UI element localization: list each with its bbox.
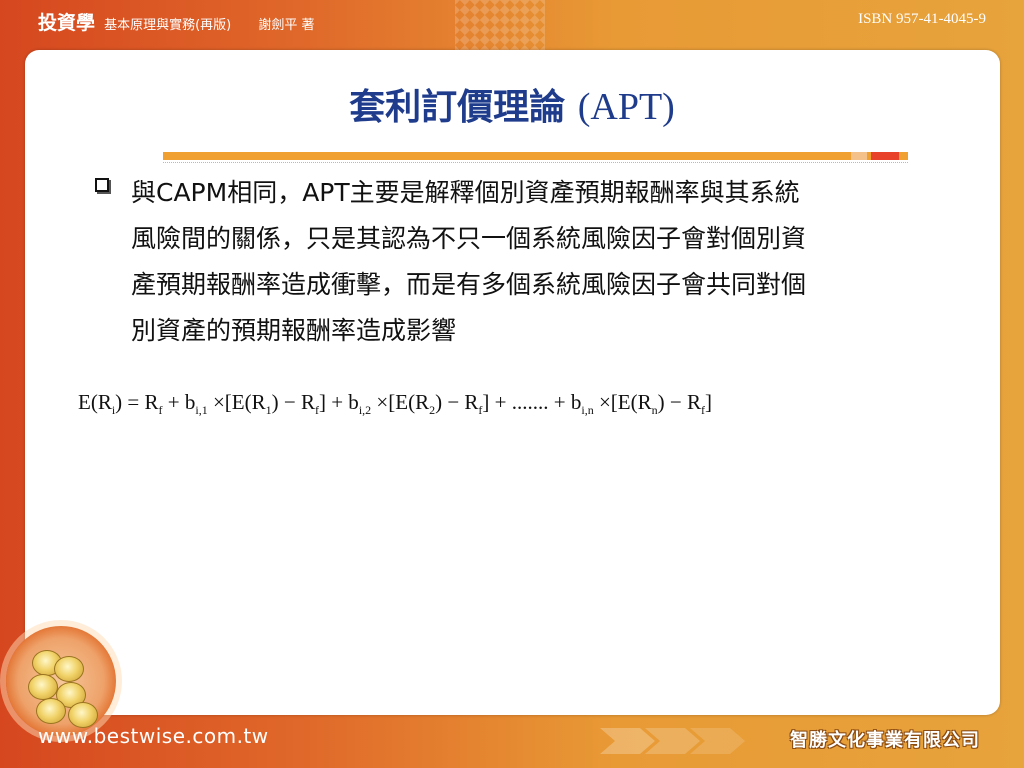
bullet-line: 別資產的預期報酬率造成影響	[131, 316, 457, 345]
slide-title-cn: 套利訂價理論	[349, 87, 566, 128]
formula-part: ×[E(R	[371, 390, 430, 414]
footer-arrows-icon	[600, 728, 745, 754]
formula-part: ×[E(R	[593, 390, 652, 414]
underline-accent-red	[871, 152, 899, 160]
formula-part: ] + ....... + b	[482, 390, 582, 414]
header-pattern	[455, 0, 545, 50]
bullet-line: 風險間的關係，只是其認為不只一個系統風險因子會對個別資	[131, 224, 807, 253]
bullet-line: 與CAPM相同，APT主要是解釋個別資產預期報酬率與其系統	[131, 178, 800, 207]
coin-icon	[36, 698, 66, 724]
formula-part: ) − R	[271, 390, 315, 414]
publisher-name: 智勝文化事業有限公司	[790, 730, 980, 751]
content-panel	[25, 50, 1000, 715]
slide-title-en: (APT)	[577, 86, 675, 128]
formula-part: ] + b	[318, 390, 359, 414]
formula-part: ) = R	[115, 390, 159, 414]
book-title: 投資學	[38, 12, 96, 34]
coin-icon	[54, 656, 84, 682]
formula-sub: i,n	[581, 403, 594, 418]
formula-part: ]	[704, 390, 712, 414]
book-subtitle: 基本原理與實務(再版)	[104, 18, 232, 33]
book-header: 投資學 基本原理與實務(再版) 謝劍平 著	[38, 8, 315, 35]
apt-formula: E(Ri) = Rf + bi,1 ×[E(R1) − Rf] + bi,2 ×…	[78, 390, 958, 418]
coins-logo-icon	[6, 626, 116, 736]
website-url: www.bestwise.com.tw	[38, 724, 269, 748]
coin-icon	[28, 674, 58, 700]
formula-part: E(R	[78, 390, 112, 414]
formula-part: ×[E(R	[207, 390, 266, 414]
isbn-label: ISBN 957-41-4045-9	[858, 11, 986, 27]
book-author: 謝劍平 著	[258, 18, 315, 33]
bullet-line: 產預期報酬率造成衝擊，而是有多個系統風險因子會共同對個	[131, 270, 807, 299]
title-underline	[163, 152, 908, 160]
title-dotted-rule	[163, 162, 908, 163]
checkbox-bullet-icon	[95, 178, 109, 192]
formula-sub: i,1	[195, 403, 208, 418]
formula-part: ) − R	[435, 390, 479, 414]
underline-accent-light	[851, 152, 867, 160]
formula-part: ) − R	[657, 390, 701, 414]
bullet-paragraph: 與CAPM相同，APT主要是解釋個別資產預期報酬率與其系統 風險間的關係，只是其…	[131, 170, 981, 354]
formula-part: + b	[162, 390, 196, 414]
slide-title: 套利訂價理論 (APT)	[0, 78, 1024, 130]
formula-sub: i,2	[358, 403, 372, 418]
